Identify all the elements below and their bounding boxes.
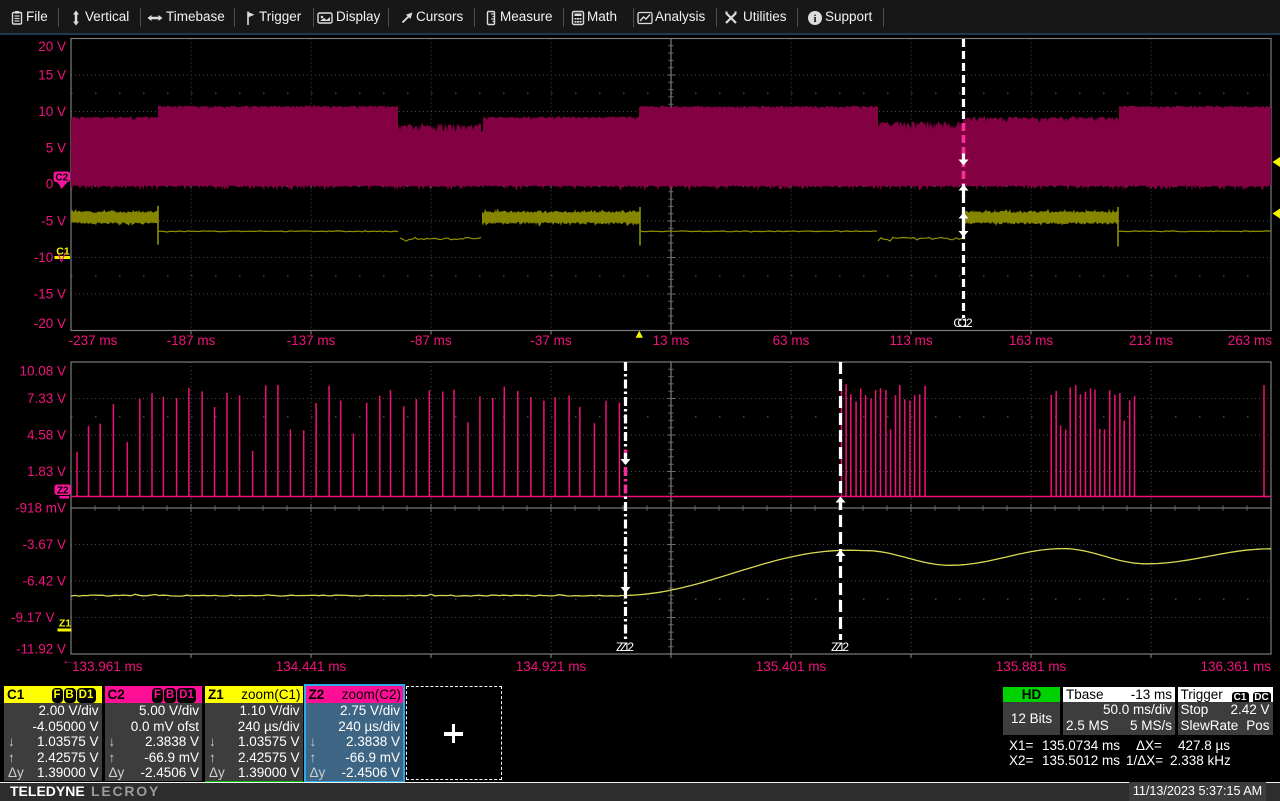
svg-text:1.83 V: 1.83 V [27,464,66,479]
svg-text:135.401 ms: 135.401 ms [756,659,827,674]
svg-text:63 ms: 63 ms [773,333,810,348]
svg-text:5 V: 5 V [46,141,66,156]
svg-text:136.361 ms: 136.361 ms [1200,659,1271,674]
svg-text:Z2: Z2 [620,640,634,654]
svg-text:163 ms: 163 ms [1009,333,1054,348]
svg-text:4.58 V: 4.58 V [27,428,66,443]
svg-text:Z2: Z2 [835,640,849,654]
svg-text:-6.42 V: -6.42 V [22,574,66,589]
svg-text:263 ms: 263 ms [1228,333,1273,348]
svg-text:134.441 ms: 134.441 ms [276,659,347,674]
svg-text:13 ms: 13 ms [653,333,690,348]
svg-text:-237 ms: -237 ms [69,333,118,348]
svg-text:135.881 ms: 135.881 ms [996,659,1067,674]
svg-text:C2: C2 [55,173,68,184]
svg-text:-918 mV: -918 mV [15,501,66,516]
svg-text:Z2: Z2 [57,486,69,497]
svg-text:-3.67 V: -3.67 V [22,537,66,552]
svg-text:-37 ms: -37 ms [530,333,572,348]
svg-text:-137 ms: -137 ms [287,333,336,348]
svg-text:15 V: 15 V [38,68,66,83]
svg-text:-5 V: -5 V [41,214,66,229]
svg-text:C1: C1 [56,246,70,258]
svg-text:134.921 ms: 134.921 ms [516,659,587,674]
svg-text:7.33 V: 7.33 V [27,391,66,406]
svg-text:-187 ms: -187 ms [167,333,216,348]
svg-text:-87 ms: -87 ms [410,333,452,348]
svg-text:10 V: 10 V [38,104,66,119]
svg-text:10.08 V: 10.08 V [19,364,66,379]
svg-text:-9.17 V: -9.17 V [11,610,55,625]
svg-text:133.961 ms: 133.961 ms [72,659,143,674]
svg-text:C2: C2 [957,316,973,330]
svg-text:113 ms: 113 ms [889,333,933,348]
svg-text:213 ms: 213 ms [1129,333,1174,348]
svg-text:-15 V: -15 V [34,287,66,302]
svg-text:Z1: Z1 [59,618,71,630]
svg-text:-11.92 V: -11.92 V [16,642,66,657]
svg-text:20 V: 20 V [38,39,66,54]
svg-text:-20 V: -20 V [34,316,66,331]
